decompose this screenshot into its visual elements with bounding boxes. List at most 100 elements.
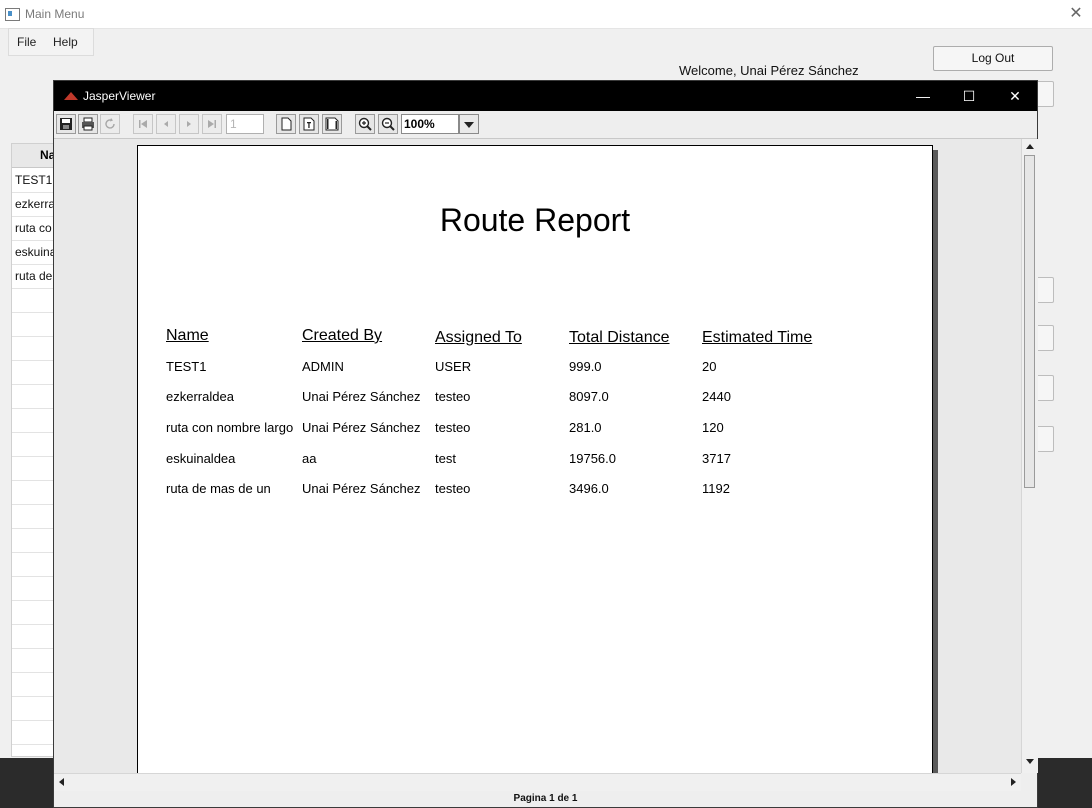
table-row[interactable] xyxy=(12,480,56,505)
report-cell: testeo xyxy=(435,420,471,435)
actual-size-icon xyxy=(281,117,292,131)
table-row[interactable]: eskuina xyxy=(12,240,56,265)
table-row[interactable] xyxy=(12,408,56,433)
table-row[interactable] xyxy=(12,720,56,745)
scroll-left-arrow-icon[interactable] xyxy=(59,778,64,786)
table-row[interactable] xyxy=(12,504,56,529)
report-cell: 20 xyxy=(702,359,717,374)
save-button[interactable] xyxy=(56,114,76,134)
hidden-button-5[interactable] xyxy=(1037,426,1054,452)
table-row[interactable] xyxy=(12,672,56,697)
report-cell: 3496.0 xyxy=(569,481,609,496)
table-row[interactable] xyxy=(12,336,56,361)
last-page-button[interactable] xyxy=(202,114,222,134)
routes-table[interactable]: Na TEST1 ezkerra ruta co eskuina ruta de xyxy=(11,143,57,757)
jasper-viewer-title: JasperViewer xyxy=(83,89,156,103)
first-page-icon xyxy=(139,120,147,128)
report-cell: testeo xyxy=(435,389,471,404)
table-row[interactable] xyxy=(12,360,56,385)
maximize-button[interactable]: ☐ xyxy=(946,81,992,111)
table-row[interactable] xyxy=(12,576,56,601)
scroll-up-arrow-icon[interactable] xyxy=(1026,144,1034,149)
hidden-button-4[interactable] xyxy=(1037,375,1054,401)
table-row[interactable] xyxy=(12,624,56,649)
report-cell: 19756.0 xyxy=(569,451,616,466)
table-row[interactable] xyxy=(12,384,56,409)
hidden-button-1[interactable] xyxy=(1037,81,1054,107)
vertical-scrollbar[interactable] xyxy=(1021,139,1038,773)
vertical-scroll-thumb[interactable] xyxy=(1024,155,1035,488)
table-row[interactable]: TEST1 xyxy=(12,168,56,193)
menu-help[interactable]: Help xyxy=(53,35,78,49)
table-row[interactable] xyxy=(12,432,56,457)
logout-button[interactable]: Log Out xyxy=(933,46,1053,71)
table-row[interactable] xyxy=(12,552,56,577)
main-menu-close-button[interactable]: ✕ xyxy=(1066,4,1086,24)
report-viewport[interactable]: Route Report Name Created By Assigned To… xyxy=(54,139,1021,773)
column-header-assigned-to: Assigned To xyxy=(435,329,522,346)
table-row[interactable] xyxy=(12,648,56,673)
last-page-icon xyxy=(208,120,216,128)
column-header-created-by: Created By xyxy=(302,327,383,344)
table-row[interactable]: ezkerra xyxy=(12,192,56,217)
scroll-right-arrow-icon[interactable] xyxy=(1011,778,1016,786)
main-menu-titlebar xyxy=(0,0,1092,29)
zoom-out-icon xyxy=(381,117,395,131)
routes-table-header[interactable]: Na xyxy=(12,144,56,168)
table-row[interactable] xyxy=(12,288,56,313)
report-cell: Unai Pérez Sánchez xyxy=(302,389,421,404)
previous-page-button[interactable] xyxy=(156,114,176,134)
table-row[interactable] xyxy=(12,528,56,553)
report-cell: ruta de mas de un xyxy=(166,481,271,496)
report-cell: test xyxy=(435,451,456,466)
zoom-out-button[interactable] xyxy=(378,114,398,134)
hidden-button-2[interactable] xyxy=(1037,277,1054,303)
reload-button[interactable] xyxy=(100,114,120,134)
next-page-icon xyxy=(187,121,191,127)
jasper-viewer-window: JasperViewer — ☐ ✕ 1 100% Route Report N… xyxy=(53,80,1038,808)
first-page-button[interactable] xyxy=(133,114,153,134)
table-row[interactable] xyxy=(12,696,56,721)
table-row[interactable] xyxy=(12,312,56,337)
zoom-dropdown-chevron-icon[interactable] xyxy=(459,114,479,134)
zoom-in-button[interactable] xyxy=(355,114,375,134)
report-cell: TEST1 xyxy=(166,359,207,374)
previous-page-icon xyxy=(164,121,168,127)
report-cell: 8097.0 xyxy=(569,389,609,404)
page-status-label: Pagina 1 de 1 xyxy=(54,791,1037,807)
zoom-in-icon xyxy=(358,117,372,131)
horizontal-scrollbar[interactable] xyxy=(54,773,1021,791)
page-number-input[interactable]: 1 xyxy=(226,114,264,134)
scroll-down-arrow-icon[interactable] xyxy=(1026,759,1034,764)
fit-width-icon xyxy=(325,117,339,131)
report-cell: testeo xyxy=(435,481,471,496)
table-row[interactable] xyxy=(12,600,56,625)
background-desktop-strip xyxy=(1038,758,1092,808)
actual-size-button[interactable] xyxy=(276,114,296,134)
report-cell: 3717 xyxy=(702,451,731,466)
minimize-button[interactable]: — xyxy=(900,81,946,111)
print-button[interactable] xyxy=(78,114,98,134)
viewer-toolbar: 1 100% xyxy=(54,111,1037,139)
zoom-combo-input[interactable]: 100% xyxy=(401,114,459,134)
reload-icon xyxy=(105,118,115,129)
report-page: Route Report Name Created By Assigned To… xyxy=(137,145,933,773)
close-button[interactable]: ✕ xyxy=(992,81,1038,111)
next-page-button[interactable] xyxy=(179,114,199,134)
report-cell: Unai Pérez Sánchez xyxy=(302,420,421,435)
jasper-viewer-titlebar: JasperViewer — ☐ ✕ xyxy=(54,81,1037,111)
fit-page-button[interactable] xyxy=(299,114,319,134)
main-menu-title: Main Menu xyxy=(25,7,85,21)
fit-page-icon xyxy=(303,117,315,131)
table-row[interactable]: ruta co xyxy=(12,216,56,241)
app-window-icon xyxy=(5,8,20,21)
report-cell: ezkerraldea xyxy=(166,389,234,404)
report-cell: USER xyxy=(435,359,472,374)
report-cell: 120 xyxy=(702,420,724,435)
menu-file[interactable]: File xyxy=(17,35,36,49)
fit-width-button[interactable] xyxy=(322,114,342,134)
hidden-button-3[interactable] xyxy=(1037,325,1054,351)
table-row[interactable]: ruta de xyxy=(12,264,56,289)
report-cell: 999.0 xyxy=(569,359,602,374)
table-row[interactable] xyxy=(12,456,56,481)
